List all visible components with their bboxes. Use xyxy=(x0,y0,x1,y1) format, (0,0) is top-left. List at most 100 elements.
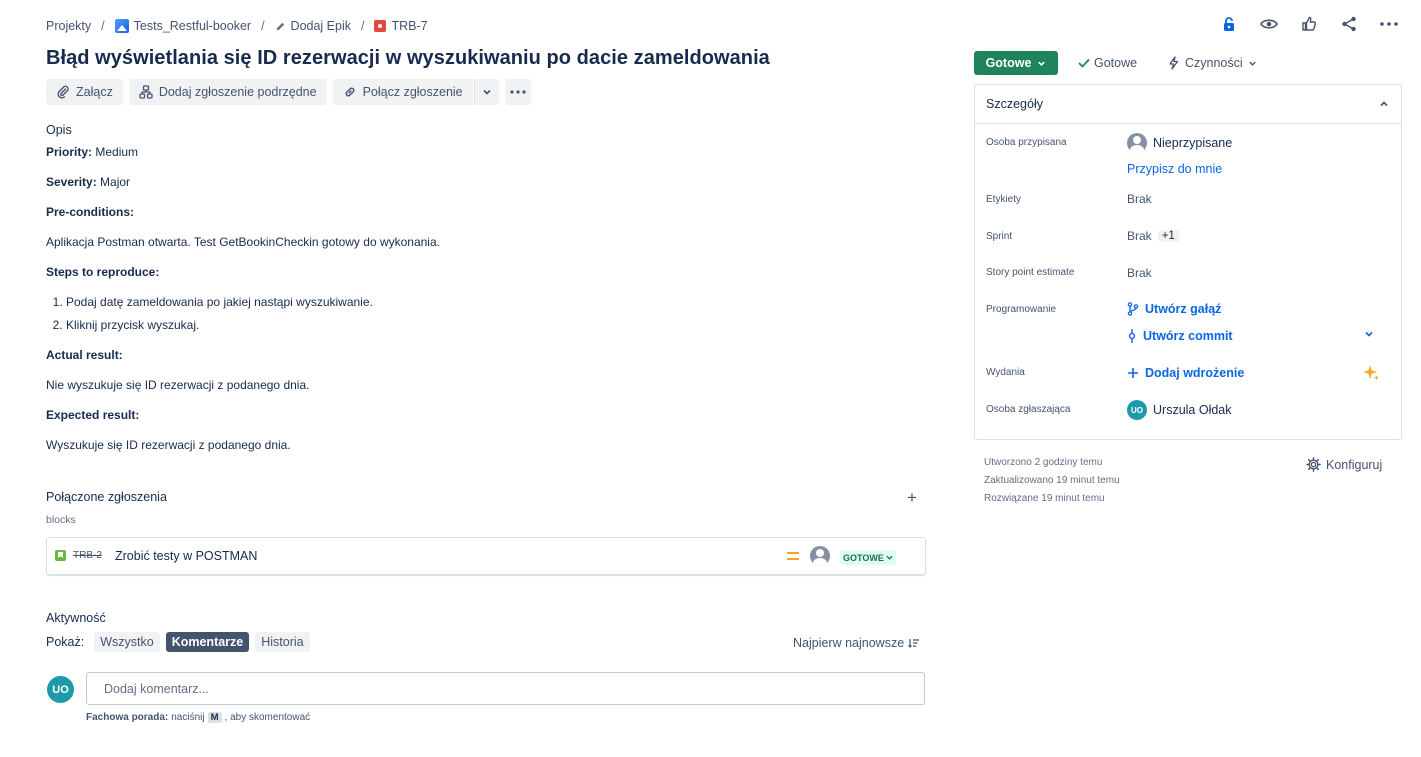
toolbar-more-button[interactable] xyxy=(504,79,531,105)
breadcrumb-separator: / xyxy=(261,19,265,33)
add-deployment-link[interactable]: Dodaj wdrożenie xyxy=(1127,366,1244,380)
breadcrumb-issue[interactable]: TRB-7 xyxy=(374,19,428,33)
check-icon xyxy=(1078,58,1090,68)
lock-icon[interactable] xyxy=(1219,14,1239,34)
add-linked-issue-button[interactable]: + xyxy=(907,488,917,508)
branch-icon xyxy=(1127,302,1139,316)
sparkle-ai-icon[interactable] xyxy=(1362,364,1380,382)
sprint-label: Sprint xyxy=(986,231,1013,242)
breadcrumb-separator: / xyxy=(101,19,105,33)
story-points-label: Story point estimate xyxy=(986,267,1075,278)
hierarchy-icon xyxy=(139,85,153,99)
chevron-down-icon xyxy=(483,89,491,95)
severity-line: Severity: Major xyxy=(46,174,906,190)
linked-issue-status[interactable]: GOTOWE xyxy=(840,550,896,565)
resolved-timestamp: Rozwiązane 19 minut temu xyxy=(984,493,1105,504)
tip-key: M xyxy=(207,712,222,723)
tip-bold: Fachowa porada: xyxy=(86,712,169,723)
details-panel: Szczegóły Osoba przypisana Nieprzypisane… xyxy=(974,84,1402,440)
configure-button[interactable]: Konfiguruj xyxy=(1306,457,1382,472)
step-item: Kliknij przycisk wyszukaj. xyxy=(66,317,906,333)
breadcrumb-project[interactable]: Tests_Restful-booker xyxy=(114,19,251,33)
filter-comments[interactable]: Komentarze xyxy=(165,632,250,652)
create-commit-label: Utwórz commit xyxy=(1143,329,1233,343)
lightning-icon xyxy=(1169,56,1179,70)
link-issue-dropdown[interactable] xyxy=(473,79,499,105)
chevron-down-icon xyxy=(1248,61,1256,66)
resolution-label: Gotowe xyxy=(1094,56,1138,70)
assign-to-me-link[interactable]: Przypisz do mnie xyxy=(1127,162,1222,176)
gear-icon xyxy=(1306,457,1321,472)
expected-heading: Expected result: xyxy=(46,407,906,423)
description[interactable]: Opis Priority: Medium Severity: Major Pr… xyxy=(46,123,906,467)
sort-label: Najpierw najnowsze xyxy=(793,636,905,650)
link-issue-button[interactable]: Połącz zgłoszenie xyxy=(332,79,473,105)
actions-dropdown[interactable]: Czynności xyxy=(1167,56,1257,70)
details-header[interactable]: Szczegóły xyxy=(975,85,1401,124)
comment-tip: Fachowa porada: naciśnij M , aby skoment… xyxy=(86,712,310,723)
chevron-down-icon xyxy=(886,555,893,560)
chevron-down-icon[interactable] xyxy=(1364,329,1374,339)
priority-label: Priority: xyxy=(46,145,93,159)
current-user-avatar: UO xyxy=(47,676,74,703)
sort-button[interactable]: Najpierw najnowsze xyxy=(793,636,920,650)
development-label: Programowanie xyxy=(986,304,1057,315)
create-branch-label: Utwórz gałąź xyxy=(1145,302,1222,316)
severity-label: Severity: xyxy=(46,175,97,189)
resolution-indicator: Gotowe xyxy=(1078,56,1137,70)
more-icon xyxy=(510,90,526,94)
paperclip-icon xyxy=(57,85,69,99)
linked-issue-status-label: GOTOWE xyxy=(843,552,884,563)
filter-all[interactable]: Wszystko xyxy=(94,632,160,652)
reporter-value: Urszula Ołdak xyxy=(1153,403,1232,417)
thumbs-up-icon[interactable] xyxy=(1299,14,1319,34)
reporter-label: Osoba zgłaszająca xyxy=(986,404,1071,415)
create-commit-link[interactable]: Utwórz commit xyxy=(1127,329,1233,343)
assignee-label: Osoba przypisana xyxy=(986,137,1067,148)
issue-header-actions xyxy=(1219,14,1399,34)
status-transition-button[interactable]: Gotowe xyxy=(974,51,1058,75)
attach-button[interactable]: Załącz xyxy=(46,79,123,105)
more-actions-icon[interactable] xyxy=(1379,14,1399,34)
filter-history[interactable]: Historia xyxy=(255,632,310,652)
link-icon xyxy=(345,87,355,97)
severity-value: Major xyxy=(96,175,131,189)
sprint-value: Brak xyxy=(1127,229,1152,243)
linked-issue-row[interactable]: TRB-2 Zrobić testy w POSTMAN GOTOWE xyxy=(46,537,926,575)
issue-toolbar: Załącz Dodaj zgłoszenie podrzędne Połącz… xyxy=(46,79,531,105)
add-child-issue-button[interactable]: Dodaj zgłoszenie podrzędne xyxy=(128,79,327,105)
breadcrumb-projects[interactable]: Projekty xyxy=(46,19,91,33)
labels-value[interactable]: Brak xyxy=(1127,192,1152,206)
actual-heading: Actual result: xyxy=(46,347,906,363)
tip-post: , aby skomentować xyxy=(224,712,311,723)
expected-text: Wyszukuje się ID rezerwacji z podanego d… xyxy=(46,438,291,452)
story-points-value[interactable]: Brak xyxy=(1127,266,1152,280)
unassigned-avatar-icon xyxy=(1127,133,1147,153)
steps-list: Podaj datę zameldowania po jakiej nastąp… xyxy=(66,294,906,333)
chevron-up-icon xyxy=(1380,101,1388,107)
watch-eye-icon[interactable] xyxy=(1259,14,1279,34)
priority-line: Priority: Medium xyxy=(46,144,906,160)
add-child-label: Dodaj zgłoszenie podrzędne xyxy=(158,85,317,99)
labels-label: Etykiety xyxy=(986,194,1022,205)
breadcrumb-add-epic[interactable]: Dodaj Epik xyxy=(275,19,351,33)
linked-issue-summary[interactable]: Zrobić testy w POSTMAN xyxy=(115,549,257,563)
breadcrumb: Projekty / Tests_Restful-booker / Dodaj … xyxy=(46,18,428,34)
share-icon[interactable] xyxy=(1339,14,1359,34)
create-branch-link[interactable]: Utwórz gałąź xyxy=(1127,302,1221,316)
assignee-field[interactable]: Nieprzypisane xyxy=(1127,133,1232,153)
steps-heading: Steps to reproduce: xyxy=(46,264,906,280)
show-label: Pokaż: xyxy=(46,635,85,649)
reporter-field[interactable]: UO Urszula Ołdak xyxy=(1127,400,1232,420)
sprint-field[interactable]: Brak +1 xyxy=(1127,229,1179,243)
issue-title[interactable]: Błąd wyświetlania się ID rezerwacji w wy… xyxy=(46,47,770,70)
linked-issue-key[interactable]: TRB-2 xyxy=(73,550,102,561)
updated-timestamp: Zaktualizowano 19 minut temu xyxy=(984,475,1120,486)
plus-icon xyxy=(1128,368,1138,378)
reporter-avatar: UO xyxy=(1127,400,1147,420)
link-issue-label: Połącz zgłoszenie xyxy=(362,85,463,99)
priority-value: Medium xyxy=(92,145,139,159)
created-timestamp: Utworzono 2 godziny temu xyxy=(984,457,1103,468)
comment-input[interactable]: Dodaj komentarz... xyxy=(86,672,925,705)
bug-icon xyxy=(374,20,387,32)
